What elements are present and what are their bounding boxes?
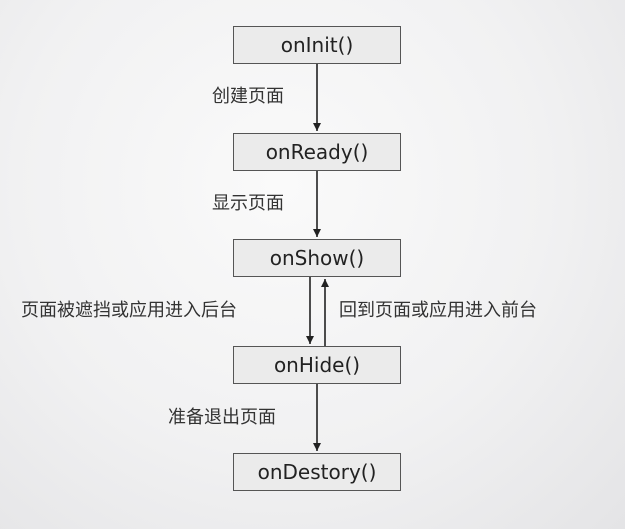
edge-label-hide-to-destroy: 准备退出页面	[168, 407, 276, 428]
edge-label-ready-to-show: 显示页面	[212, 193, 284, 214]
edge-label-hide-to-show: 回到页面或应用进入前台	[339, 300, 537, 321]
node-on-show: onShow()	[233, 239, 401, 277]
node-on-init: onInit()	[233, 26, 401, 64]
node-on-hide: onHide()	[233, 346, 401, 384]
lifecycle-diagram: onInit() onReady() onShow() onHide() onD…	[0, 0, 625, 529]
node-on-destroy: onDestory()	[233, 453, 401, 491]
edge-label-show-to-hide: 页面被遮挡或应用进入后台	[21, 300, 237, 321]
edge-label-init-to-ready: 创建页面	[212, 86, 284, 107]
node-on-ready: onReady()	[233, 133, 401, 171]
